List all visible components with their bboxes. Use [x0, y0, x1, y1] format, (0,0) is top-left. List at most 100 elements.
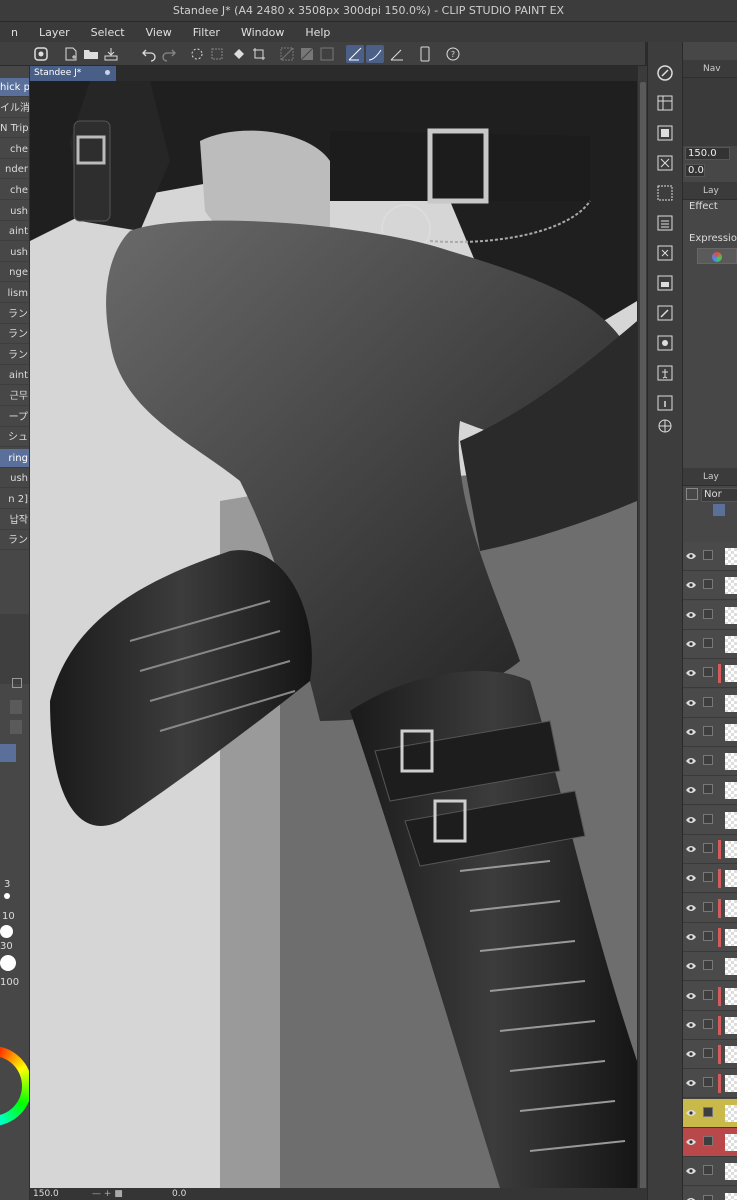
navigator-preview[interactable]	[683, 78, 737, 146]
brush-size-30[interactable]: 30	[0, 941, 13, 952]
lock-checkbox[interactable]	[703, 579, 713, 590]
transform-icon[interactable]	[208, 45, 226, 63]
visibility-eye-icon[interactable]	[686, 932, 696, 942]
brush-item[interactable]: 납작	[0, 511, 29, 530]
layer-row[interactable]	[683, 952, 737, 982]
lock-checkbox[interactable]	[703, 725, 713, 736]
visibility-eye-icon[interactable]	[686, 551, 696, 561]
visibility-eye-icon[interactable]	[686, 639, 696, 649]
brush-item[interactable]: n 2]	[0, 490, 29, 509]
lock-checkbox[interactable]	[703, 696, 713, 707]
auto-action-icon[interactable]	[654, 242, 676, 264]
visibility-eye-icon[interactable]	[686, 610, 696, 620]
brush-item[interactable]: イル消	[0, 99, 29, 118]
lock-checkbox[interactable]	[703, 784, 713, 795]
layer-row[interactable]	[683, 981, 737, 1011]
dropdown-chevron-icon[interactable]	[0, 744, 16, 762]
info-icon[interactable]	[654, 392, 676, 414]
brush-item[interactable]: 근무	[0, 387, 29, 406]
menu-window[interactable]: Window	[230, 26, 294, 39]
brush-item[interactable]: che	[0, 140, 29, 159]
visibility-eye-icon[interactable]	[686, 1078, 696, 1088]
menu-filter[interactable]: Filter	[182, 26, 230, 39]
lock-checkbox[interactable]	[703, 813, 713, 824]
visibility-eye-icon[interactable]	[686, 1020, 696, 1030]
brush-item[interactable]: ラン	[0, 305, 29, 324]
brush-item[interactable]: ープ	[0, 408, 29, 427]
visibility-eye-icon[interactable]	[686, 727, 696, 737]
rotation-readout[interactable]: 0.0	[172, 1189, 242, 1199]
tone-icon[interactable]	[654, 182, 676, 204]
brush-item[interactable]: ラン	[0, 346, 29, 365]
layer-row[interactable]	[683, 1186, 737, 1200]
brush-item[interactable]: ush	[0, 202, 29, 221]
download-icon[interactable]	[10, 700, 22, 714]
brush-size-3[interactable]: 3	[4, 879, 10, 890]
layer-row[interactable]	[683, 1128, 737, 1157]
lock-checkbox[interactable]	[703, 1018, 713, 1029]
tablet-icon[interactable]	[416, 45, 434, 63]
brush-item[interactable]: aint	[0, 222, 29, 242]
snap-ruler-icon[interactable]	[346, 45, 364, 63]
visibility-eye-icon[interactable]	[686, 844, 696, 854]
lock-checkbox[interactable]	[703, 843, 713, 853]
visibility-eye-icon[interactable]	[686, 903, 696, 913]
visibility-eye-icon[interactable]	[686, 991, 696, 1001]
zoom-controls[interactable]: — + ■	[92, 1189, 172, 1199]
menu-view[interactable]: View	[135, 26, 182, 39]
lock-checkbox[interactable]	[703, 1136, 713, 1146]
fill-bucket-icon[interactable]	[230, 45, 248, 63]
vertical-scrollbar[interactable]	[637, 66, 647, 1192]
lock-checkbox[interactable]	[703, 872, 713, 883]
visibility-eye-icon[interactable]	[686, 580, 696, 590]
lock-checkbox[interactable]	[703, 1106, 713, 1117]
visibility-eye-icon[interactable]	[686, 668, 696, 678]
menu-file[interactable]: n	[0, 26, 28, 39]
color-wheel[interactable]	[0, 1046, 29, 1126]
visibility-eye-icon[interactable]	[686, 1049, 696, 1059]
brush-item[interactable]: nge	[0, 263, 29, 283]
brush-item[interactable]: che	[0, 181, 29, 200]
material-icon[interactable]	[654, 92, 676, 114]
brush-item[interactable]: hick p	[0, 78, 29, 97]
layer-search-icon[interactable]	[654, 272, 676, 294]
edit-icon[interactable]	[654, 302, 676, 324]
brush-item[interactable]: aint	[0, 366, 29, 386]
layer-row[interactable]	[683, 629, 737, 659]
layer-row[interactable]	[683, 805, 737, 835]
layer-row[interactable]	[683, 717, 737, 747]
brush-item[interactable]: ラン	[0, 325, 29, 345]
close-tab-icon[interactable]	[105, 70, 110, 75]
brush-item[interactable]: nder	[0, 160, 29, 180]
lock-checkbox[interactable]	[703, 667, 713, 678]
visibility-eye-icon[interactable]	[686, 1108, 696, 1118]
lock-checkbox[interactable]	[703, 1165, 713, 1176]
layer-row[interactable]	[683, 835, 737, 864]
lock-checkbox[interactable]	[703, 1077, 713, 1088]
visibility-eye-icon[interactable]	[686, 815, 696, 825]
app-logo-icon[interactable]	[32, 45, 50, 63]
visibility-eye-icon[interactable]	[686, 698, 696, 708]
snap-grid-icon[interactable]	[388, 45, 406, 63]
visibility-eye-icon[interactable]	[686, 1196, 696, 1200]
redo-icon[interactable]	[160, 45, 178, 63]
lock-checkbox[interactable]	[703, 901, 713, 912]
layer-row[interactable]	[683, 1010, 737, 1040]
navigator-icon[interactable]	[654, 62, 676, 84]
zoom-readout[interactable]: 150.0	[30, 1189, 92, 1199]
lock-icon[interactable]	[12, 678, 22, 688]
color-set-icon[interactable]	[654, 332, 676, 354]
lock-checkbox[interactable]	[703, 930, 713, 941]
open-folder-icon[interactable]	[82, 45, 100, 63]
menu-help[interactable]: Help	[294, 26, 340, 39]
help-icon[interactable]: ?	[444, 45, 462, 63]
rotate-field[interactable]: 0.0	[685, 164, 705, 177]
layer-row[interactable]	[683, 893, 737, 923]
visibility-eye-icon[interactable]	[686, 961, 696, 971]
layer-row[interactable]	[683, 1098, 737, 1128]
sub-view-icon[interactable]	[654, 122, 676, 144]
artwork-canvas[interactable]	[30, 81, 637, 1188]
layer-row[interactable]	[683, 1157, 737, 1187]
download-icon[interactable]	[10, 720, 22, 734]
layer-row[interactable]	[683, 1069, 737, 1099]
